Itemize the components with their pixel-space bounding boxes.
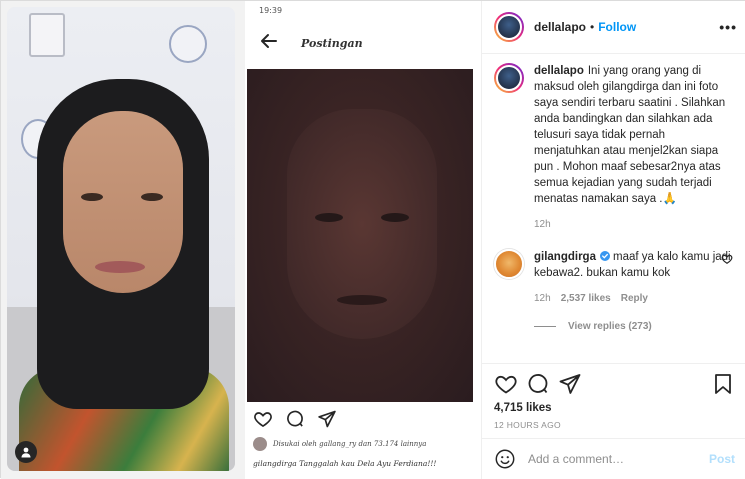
more-options-icon[interactable]: ••• <box>719 19 737 35</box>
selfie-photo <box>7 7 235 471</box>
caption-time[interactable]: 12h <box>534 217 551 233</box>
post-actions: 4,715 likes 12 HOURS AGO <box>482 363 745 430</box>
user-tag-icon[interactable] <box>15 441 37 463</box>
avatar <box>253 437 267 451</box>
post-side-panel: dellalapo • Follow ••• dellalapo Ini yang… <box>481 1 745 479</box>
face <box>63 111 183 293</box>
phone-page-title: Postingan <box>301 37 363 50</box>
view-replies-label: View replies (273) <box>568 321 652 332</box>
comment-icon <box>285 409 305 429</box>
share-icon[interactable] <box>558 372 582 396</box>
verified-badge-icon <box>599 250 610 261</box>
comment-input[interactable] <box>528 452 709 466</box>
post-comment-button[interactable]: Post <box>709 452 735 466</box>
likes-count[interactable]: 4,715 likes <box>494 402 735 414</box>
share-icon <box>317 409 337 429</box>
comment-username[interactable]: gilangdirga <box>534 251 596 263</box>
header-username[interactable]: dellalapo <box>534 20 586 34</box>
reply-button[interactable]: Reply <box>621 291 648 307</box>
separator-dot: • <box>590 20 595 34</box>
wall-decoration <box>29 13 65 57</box>
wall-emblem <box>169 25 207 63</box>
caption-text: Ini yang orang yang di maksud oleh gilan… <box>534 65 726 205</box>
comment-likes[interactable]: 2,537 likes <box>561 291 611 307</box>
avatar[interactable] <box>494 12 524 42</box>
phone-likes-row: Disukai oleh gallang_ry dan 73.174 lainn… <box>253 437 426 451</box>
add-comment-bar: Post <box>482 438 745 479</box>
avatar[interactable] <box>494 249 524 279</box>
heart-icon <box>253 409 273 429</box>
avatar[interactable] <box>494 63 524 93</box>
close-up-photo <box>247 69 473 402</box>
phone-likes-text: Disukai oleh gallang_ry dan 73.174 lainn… <box>273 440 427 448</box>
view-replies-button[interactable]: View replies (273) <box>534 321 735 332</box>
list-item: gilangdirga maaf ya kalo kamu jadi kebawa… <box>494 249 735 307</box>
back-arrow-icon <box>259 31 279 51</box>
instagram-post: 19:39 Postingan Disukai oleh gallang_ry … <box>0 0 745 479</box>
comment-like-heart-icon[interactable] <box>721 253 733 265</box>
save-icon[interactable] <box>711 372 735 396</box>
heart-icon[interactable] <box>494 372 518 396</box>
phone-screenshot: 19:39 Postingan Disukai oleh gallang_ry … <box>245 1 481 479</box>
post-timestamp[interactable]: 12 HOURS AGO <box>494 420 735 430</box>
caption-username[interactable]: dellalapo <box>534 65 584 77</box>
post-header: dellalapo • Follow ••• <box>482 1 745 54</box>
phone-action-bar <box>253 409 337 429</box>
comments-section[interactable]: dellalapo Ini yang orang yang di maksud o… <box>482 63 745 363</box>
caption-comment: dellalapo Ini yang orang yang di maksud o… <box>494 63 735 233</box>
emoji-icon[interactable] <box>494 448 516 470</box>
follow-button[interactable]: Follow <box>598 20 636 34</box>
post-media[interactable]: 19:39 Postingan Disukai oleh gallang_ry … <box>1 1 481 479</box>
comment-icon[interactable] <box>526 372 550 396</box>
phone-caption: gilangdirga Tanggalah kau Dela Ayu Ferdi… <box>253 459 437 468</box>
comment-time[interactable]: 12h <box>534 291 551 307</box>
phone-status-time: 19:39 <box>259 6 283 15</box>
